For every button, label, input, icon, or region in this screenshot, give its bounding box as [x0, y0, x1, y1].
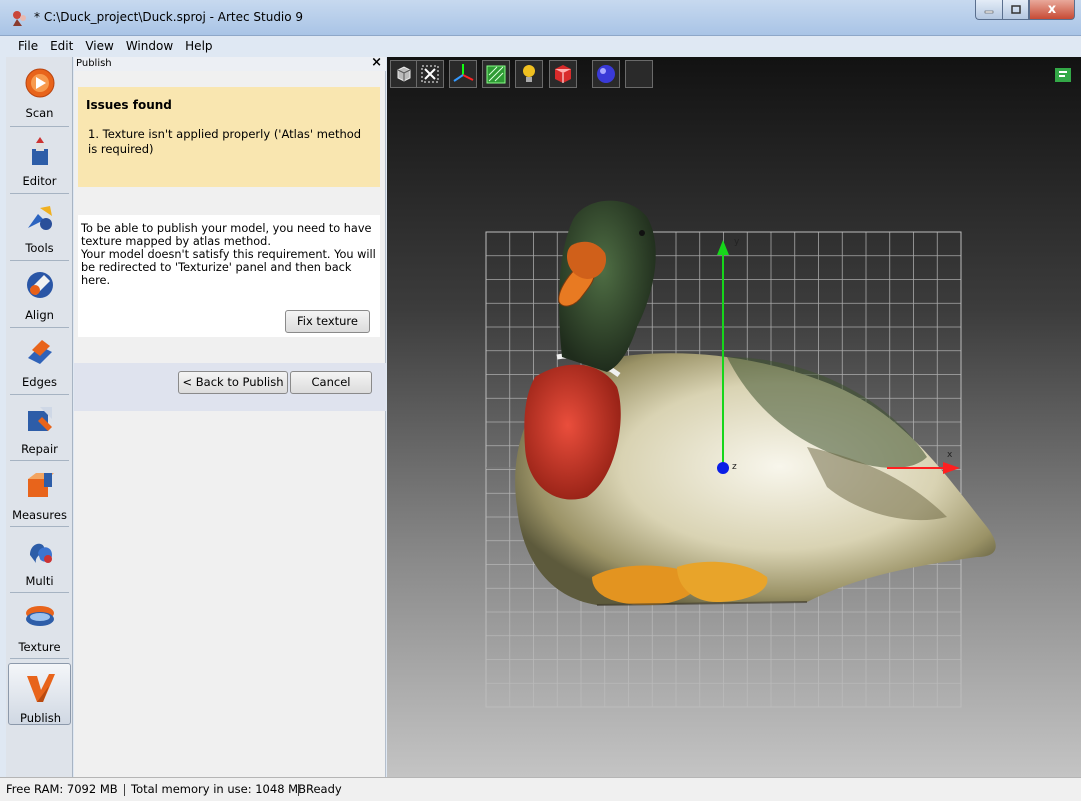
issues-box: Issues found 1. Texture isn't applied pr…: [78, 87, 380, 187]
menu-edit[interactable]: Edit: [44, 37, 79, 55]
total-memory: Total memory in use: 1048 MB: [131, 782, 306, 796]
close-icon: x: [1047, 2, 1057, 17]
panel-title: Publish: [76, 58, 112, 69]
panel-close-icon[interactable]: ×: [371, 55, 382, 70]
x-axis-arrow: [943, 462, 960, 474]
z-axis-label: z: [732, 462, 737, 472]
cancel-button[interactable]: Cancel: [290, 371, 372, 394]
tool-tools[interactable]: Tools: [8, 194, 71, 256]
tool-label: Tools: [25, 241, 54, 255]
title-bar: * C:\Duck_project\Duck.sproj - Artec Stu…: [0, 0, 1081, 36]
texture-icon: [26, 606, 54, 626]
x-axis-label: x: [947, 450, 953, 460]
tool-label: Edges: [22, 375, 57, 389]
tool-label: Measures: [12, 508, 67, 522]
tool-label: Scan: [25, 106, 54, 120]
tools-icon: [28, 206, 52, 230]
window-title: * C:\Duck_project\Duck.sproj - Artec Stu…: [34, 10, 304, 24]
close-button[interactable]: x: [1029, 0, 1075, 20]
maximize-icon: [1010, 4, 1021, 14]
publish-panel: Publish × Issues found 1. Texture isn't …: [74, 55, 386, 777]
publish-icon: [27, 674, 55, 702]
align-icon: [27, 272, 53, 298]
3d-viewport[interactable]: y x z: [387, 57, 1081, 777]
menu-help[interactable]: Help: [179, 37, 218, 55]
y-axis-label: y: [734, 237, 740, 247]
tool-publish[interactable]: Publish: [8, 663, 71, 725]
menu-bar: File Edit View Window Help: [12, 37, 219, 55]
menu-view[interactable]: View: [79, 37, 119, 55]
free-ram: Free RAM: 7092 MB: [6, 782, 118, 796]
maximize-button[interactable]: [1002, 0, 1029, 20]
tool-label: Align: [25, 308, 54, 322]
editor-icon: [32, 137, 48, 165]
tool-align[interactable]: Align: [8, 261, 71, 323]
z-axis-point: [717, 462, 729, 474]
panel-navigation: < Back to Publish Cancel: [74, 363, 386, 411]
tool-label: Publish: [20, 711, 61, 725]
back-to-publish-button[interactable]: < Back to Publish: [178, 371, 288, 394]
issues-title: Issues found: [86, 98, 172, 112]
status-state: Ready: [306, 782, 342, 796]
app-icon: [13, 11, 26, 26]
edges-icon: [28, 340, 52, 364]
status-bar: Free RAM: 7092 MB Total memory in use: 1…: [0, 777, 1081, 801]
info-box: To be able to publish your model, you ne…: [78, 215, 380, 337]
tool-editor[interactable]: Editor: [8, 127, 71, 189]
tool-label: Editor: [22, 174, 57, 188]
minimize-icon: [984, 10, 994, 13]
duck-model: [515, 200, 996, 606]
panel-header: Publish ×: [74, 55, 386, 71]
tool-label: Multi: [25, 574, 54, 588]
tool-edges[interactable]: Edges: [8, 328, 71, 390]
minimize-button[interactable]: [975, 0, 1002, 20]
tool-repair[interactable]: Repair: [8, 395, 71, 457]
issue-item: 1. Texture isn't applied properly ('Atla…: [88, 127, 362, 156]
tool-measures[interactable]: Measures: [8, 461, 71, 523]
tool-label: Repair: [21, 442, 58, 456]
info-text: To be able to publish your model, you ne…: [81, 222, 376, 287]
y-axis-arrow: [717, 240, 729, 255]
model-scene: y x z: [485, 200, 996, 708]
menu-file[interactable]: File: [12, 37, 44, 55]
measures-icon: [28, 473, 54, 497]
tool-multi[interactable]: Multi: [8, 527, 71, 589]
repair-icon: [28, 407, 52, 431]
tool-texture[interactable]: Texture: [8, 593, 71, 655]
fix-texture-button[interactable]: Fix texture: [285, 310, 370, 333]
menu-window[interactable]: Window: [120, 37, 179, 55]
scan-icon: [25, 68, 55, 98]
multi-icon: [30, 543, 52, 563]
tool-label: Texture: [18, 640, 61, 654]
tool-scan[interactable]: Scan: [8, 59, 71, 121]
tool-sidebar: Scan Editor Tools Align Edges Repair Mea…: [6, 57, 73, 777]
